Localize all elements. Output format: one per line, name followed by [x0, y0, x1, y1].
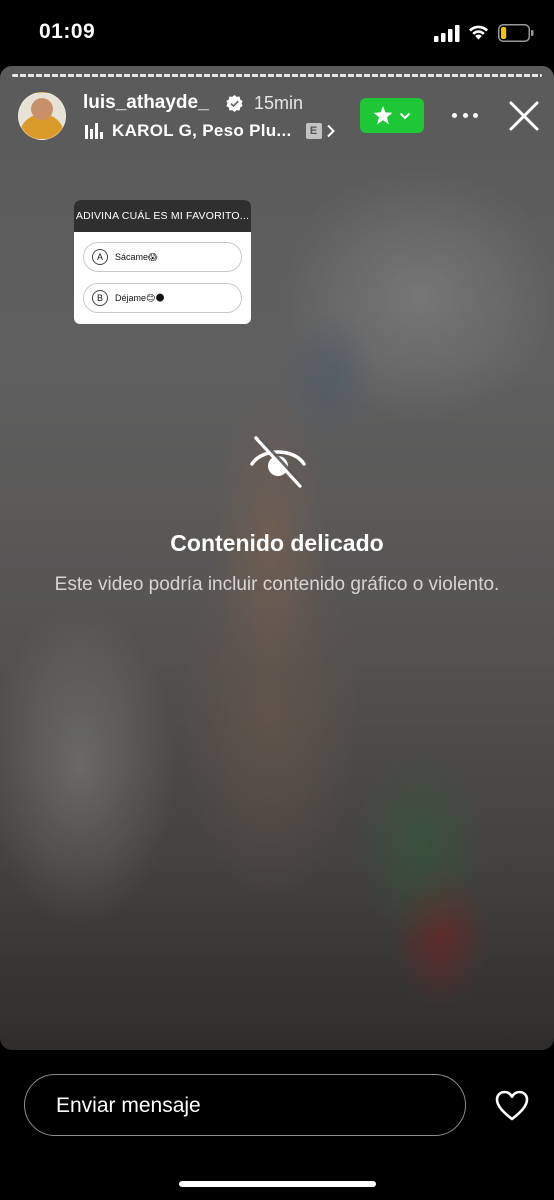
message-input[interactable]: Enviar mensaje [24, 1074, 466, 1136]
message-placeholder: Enviar mensaje [56, 1094, 201, 1117]
music-bars-icon [85, 123, 103, 139]
username[interactable]: luis_athayde_ [83, 92, 209, 114]
quiz-option-a[interactable]: A Sácame😱 [83, 242, 242, 272]
chevron-right-icon [326, 124, 335, 138]
star-icon [373, 106, 393, 125]
battery-icon [498, 24, 534, 42]
quiz-option-b[interactable]: B Déjame😊🌑 [83, 283, 242, 313]
wifi-icon [468, 25, 489, 40]
explicit-badge: E [305, 123, 322, 139]
quiz-option-letter: A [92, 249, 108, 265]
sensitive-description: Este video podría incluir contenido gráf… [54, 574, 500, 595]
quiz-sticker[interactable]: ADIVINA CUÁL ES MI FAVORITO... A Sácame😱… [74, 200, 251, 324]
story-time: 15min [254, 93, 304, 113]
quiz-option-text: Déjame😊🌑 [115, 292, 165, 303]
heart-icon[interactable] [495, 1090, 529, 1121]
more-dots-icon[interactable] [452, 104, 478, 126]
close-friends-button[interactable] [360, 98, 424, 133]
eye-slash-icon [250, 436, 306, 488]
quiz-option-text: Sácame😱 [115, 251, 158, 262]
story-viewer[interactable]: luis_athayde_ 15min KAROL G, Peso Plu...… [0, 66, 554, 1050]
cellular-signal-icon [434, 25, 460, 42]
story-progress-bar [12, 74, 542, 77]
story-header: luis_athayde_ 15min KAROL G, Peso Plu...… [0, 86, 554, 146]
home-indicator [179, 1181, 376, 1187]
close-icon[interactable] [508, 100, 540, 132]
status-time: 01:09 [39, 20, 96, 43]
quiz-option-letter: B [92, 290, 108, 306]
quiz-title: ADIVINA CUÁL ES MI FAVORITO... [74, 200, 251, 232]
status-bar: 01:09 [0, 0, 554, 66]
sensitive-title: Contenido delicado [170, 530, 384, 556]
music-title: KAROL G, Peso Plu... [112, 121, 292, 140]
music-attribution[interactable]: KAROL G, Peso Plu... E [85, 120, 336, 142]
verified-badge-icon [226, 95, 243, 112]
avatar[interactable] [18, 92, 66, 140]
chevron-down-icon [399, 112, 411, 119]
